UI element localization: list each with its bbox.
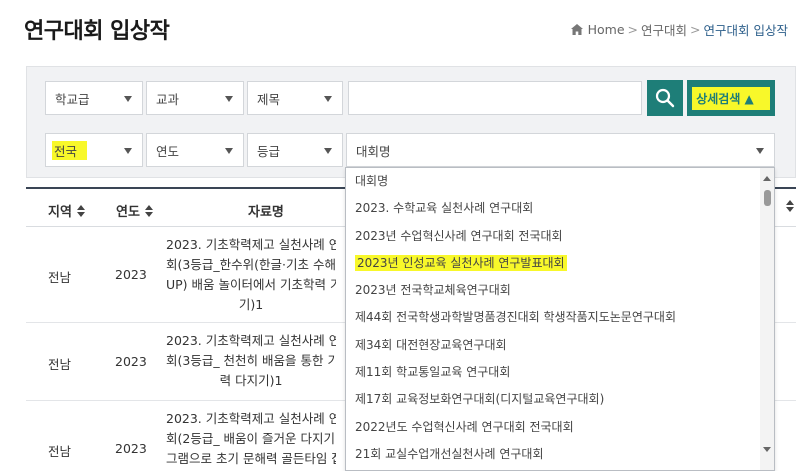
search-icon xyxy=(655,88,675,108)
year-value: 연도 xyxy=(156,143,180,159)
row-title-line: 그램으로 초기 문해력 골든타임 잡 xyxy=(166,451,336,466)
row-region: 전남 xyxy=(48,357,72,372)
row-title-line: 2023. 기초학력제고 실천사례 연구 xyxy=(166,333,336,348)
chevron-down-icon xyxy=(124,96,132,102)
home-icon[interactable] xyxy=(570,24,583,35)
grade-value: 등급 xyxy=(257,143,281,159)
subject-value: 교과 xyxy=(156,91,180,107)
row-title-link[interactable]: 2023. 기초학력제고 실천사례 연구 회(3등급_한수위(한글·기초 수해 … xyxy=(166,235,336,315)
dropdown-option-label: 2023년 전국학교체육연구대회 xyxy=(355,283,511,298)
dropdown-option-label: 제34회 대전현장교육연구대회 xyxy=(355,337,507,352)
title-field-value: 제목 xyxy=(257,91,281,107)
row-title-link[interactable]: 2023. 기초학력제고 실천사례 연구 회(3등급_ 천천히 배움을 통한 기… xyxy=(166,331,336,391)
contest-name-select[interactable]: 대회명 xyxy=(346,133,775,167)
title-field-select[interactable]: 제목 xyxy=(247,81,343,115)
contest-name-value: 대회명 xyxy=(356,143,391,159)
row-year: 2023 xyxy=(115,267,147,282)
dropdown-option[interactable]: 대회명 xyxy=(346,168,774,195)
column-header-region[interactable]: 지역 xyxy=(48,201,85,220)
row-title-line: 2023. 기초학력제고 실천사례 연구 xyxy=(166,411,336,426)
row-title-line: UP) 배움 놀이터에서 기초학력 기 xyxy=(166,277,336,292)
row-title-line: 회(2등급_ 배움이 즐거운 다지기 프 xyxy=(166,431,336,446)
sort-icon xyxy=(144,204,153,217)
dropdown-option[interactable]: 제44회 전국학생과학발명품경진대회 학생작품지도논문연구대회 xyxy=(346,304,774,331)
chevron-down-icon xyxy=(324,96,332,102)
dropdown-option[interactable]: 2022년도 수업혁신사례 연구대회 전국대회 xyxy=(346,414,774,441)
region-select[interactable]: 전국 xyxy=(45,133,143,167)
school-level-value: 학교급 xyxy=(55,91,90,107)
row-title-line: 2023. 기초학력제고 실천사례 연구 xyxy=(166,237,336,252)
advanced-search-label: 상세검색 ▲ xyxy=(692,86,770,110)
column-header-material-label: 자료명 xyxy=(248,205,284,220)
contest-name-dropdown: 대회명 2023. 수학교육 실천사례 연구대회 2023년 수업혁신사례 연구대회… xyxy=(345,167,775,471)
dropdown-option-label: 제11회 학교통일교육 연구대회 xyxy=(355,365,511,380)
dropdown-scrollbar[interactable] xyxy=(760,168,774,470)
breadcrumb-separator: > xyxy=(627,22,639,37)
row-title-line: 회(3등급_ 천천히 배움을 통한 기초 xyxy=(166,353,336,368)
row-region: 전남 xyxy=(48,270,72,285)
scroll-down-icon[interactable] xyxy=(763,447,771,452)
search-input[interactable] xyxy=(348,81,642,115)
dropdown-option-label: 제17회 교육정보화연구대회(디지털교육연구대회) xyxy=(355,392,605,407)
chevron-down-icon xyxy=(756,148,764,154)
page-title: 연구대회 입상작 xyxy=(24,19,170,44)
breadcrumb-separator: > xyxy=(690,22,701,37)
chevron-down-icon xyxy=(225,148,233,154)
scroll-thumb[interactable] xyxy=(764,190,771,206)
scroll-up-icon[interactable] xyxy=(763,176,771,181)
region-value: 전국 xyxy=(52,140,88,160)
row-title-line: 회(3등급_한수위(한글·기초 수해 xyxy=(166,257,336,272)
dropdown-option-label: 2022년도 수업혁신사례 연구대회 전국대회 xyxy=(355,419,574,434)
row-year: 2023 xyxy=(115,354,147,369)
dropdown-option-label: 2023년 인성교육 실천사례 연구발표대회 xyxy=(355,254,567,271)
school-level-select[interactable]: 학교급 xyxy=(45,81,143,115)
dropdown-option-label: 제44회 전국학생과학발명품경진대회 학생작품지도논문연구대회 xyxy=(355,310,676,325)
advanced-search-button[interactable]: 상세검색 ▲ xyxy=(687,80,775,116)
dropdown-option[interactable]: 21회 교실수업개선실천사례 연구대회 xyxy=(346,441,774,468)
dropdown-option-list: 대회명 2023. 수학교육 실천사례 연구대회 2023년 수업혁신사례 연구대회… xyxy=(346,168,774,468)
row-title-line: 기)1 xyxy=(238,297,264,312)
year-select[interactable]: 연도 xyxy=(146,133,244,167)
dropdown-option[interactable]: 제17회 교육정보화연구대회(디지털교육연구대회) xyxy=(346,386,774,413)
column-header-year-label: 연도 xyxy=(116,205,140,220)
row-title-link[interactable]: 2023. 기초학력제고 실천사례 연구 회(2등급_ 배움이 즐거운 다지기 … xyxy=(166,409,336,469)
search-panel: 학교급 교과 제목 상세검색 ▲ 전국 연도 등급 대회명 xyxy=(26,66,796,178)
breadcrumb-home[interactable]: Home xyxy=(588,22,625,37)
row-region: 전남 xyxy=(48,444,72,459)
sort-icon xyxy=(76,204,85,217)
breadcrumb-level1[interactable]: 연구대회 xyxy=(641,20,687,39)
dropdown-option-label: 2023년 수업혁신사례 연구대회 전국대회 xyxy=(355,228,563,243)
dropdown-option[interactable]: 2023년 인성교육 실천사례 연구발표대회 xyxy=(346,250,774,277)
column-header-region-label: 지역 xyxy=(48,205,72,220)
grade-select[interactable]: 등급 xyxy=(247,133,343,167)
chevron-down-icon xyxy=(225,96,233,102)
row-title-line: 력 다지기)1 xyxy=(219,373,283,388)
breadcrumb: Home > 연구대회 > 연구대회 입상작 xyxy=(570,20,788,39)
dropdown-option[interactable]: 제34회 대전현장교육연구대회 xyxy=(346,332,774,359)
breadcrumb-current[interactable]: 연구대회 입상작 xyxy=(704,20,788,39)
chevron-down-icon xyxy=(124,148,132,154)
dropdown-option-label: 대회명 xyxy=(355,174,389,188)
row-year: 2023 xyxy=(115,441,147,456)
dropdown-option[interactable]: 2023. 수학교육 실천사례 연구대회 xyxy=(346,195,774,222)
dropdown-option[interactable]: 2023년 수업혁신사례 연구대회 전국대회 xyxy=(346,223,774,250)
dropdown-option-label: 2023. 수학교육 실천사례 연구대회 xyxy=(355,201,534,216)
column-header-year[interactable]: 연도 xyxy=(116,201,153,220)
dropdown-option[interactable]: 2023년 전국학교체육연구대회 xyxy=(346,277,774,304)
dropdown-option-label: 21회 교실수업개선실천사례 연구대회 xyxy=(355,446,544,461)
sort-icon[interactable] xyxy=(786,200,794,212)
search-button[interactable] xyxy=(647,80,683,116)
dropdown-option[interactable]: 제11회 학교통일교육 연구대회 xyxy=(346,359,774,386)
chevron-down-icon xyxy=(324,148,332,154)
column-header-material[interactable]: 자료명 xyxy=(248,201,284,220)
subject-select[interactable]: 교과 xyxy=(146,81,244,115)
